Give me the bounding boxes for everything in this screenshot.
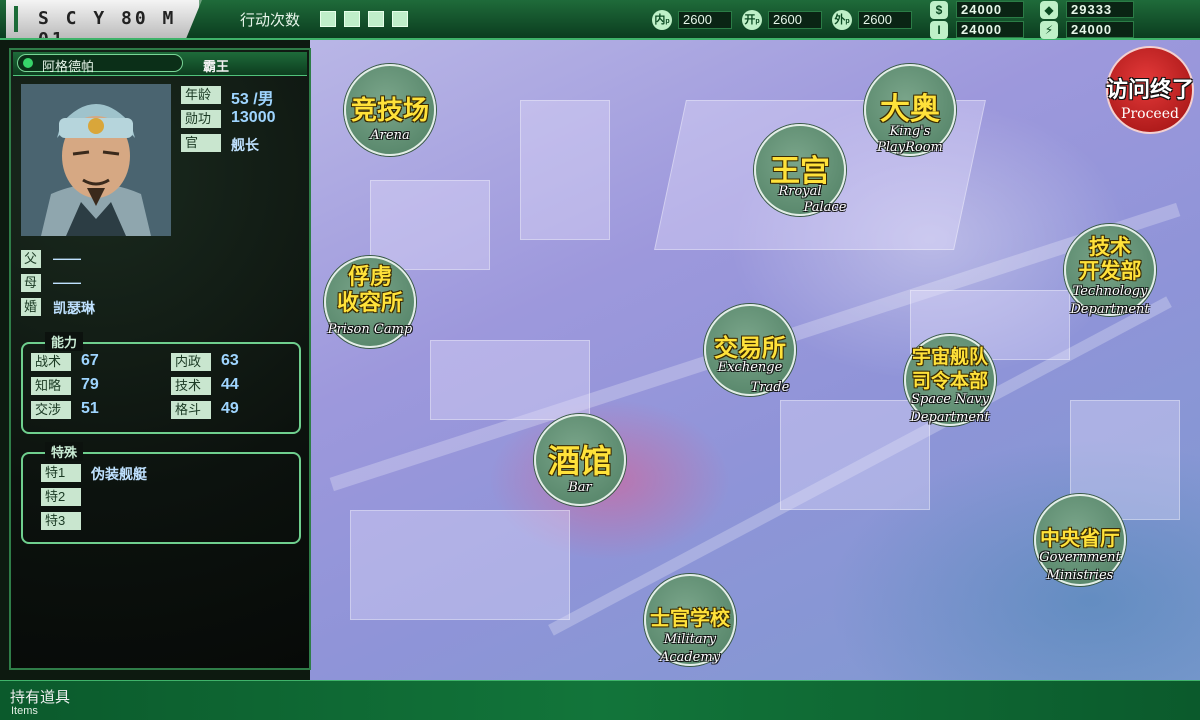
resource-value: 2600 [858,11,912,29]
stock-value: 24000 [956,21,1024,38]
items-label-en: Items [11,705,38,717]
spouse-label: 婚 [21,298,41,316]
stock-value: 29333 [1066,1,1134,18]
ability-label: 战术 [31,353,71,371]
spouse-value: 凯瑟琳 [53,300,95,316]
map-building [520,100,610,240]
location-arena[interactable]: 竞技场 Arena [344,64,436,156]
ability-value: 44 [221,376,239,393]
character-panel: 阿格德帕 霸王 年龄 53 /男 勋功 13000 官 舰长 父 —— 母 ——… [9,48,311,670]
resource-value: 2600 [678,11,732,29]
map-building [430,340,590,420]
special-value: 伪装舰艇 [91,466,147,482]
ability-value: 67 [81,352,99,369]
items-label: 持有道具 [10,689,71,706]
actions-remaining-label: 行动次数 [240,12,301,29]
map-building [370,180,490,270]
date-tab: S C Y 80 M 01 [6,0,202,38]
ability-value: 63 [221,352,239,369]
ability-label: 技术 [171,377,211,395]
action-point [368,11,384,27]
game-date: S C Y 80 M 01 [38,8,177,50]
character-name-pill[interactable]: 阿格德帕 [17,54,183,74]
merit-value: 13000 [231,109,276,126]
rank-label: 官 [181,134,221,152]
location-royal-palace[interactable]: 王宫 Rroyal Palace [754,124,846,216]
merit-label: 勋功 [181,110,221,128]
special-label: 特3 [41,512,81,530]
energy-icon: ⚡ [1040,21,1058,39]
inner-affairs-icon: 内p [652,10,672,30]
industry-icon: I [930,21,948,39]
rank-value: 舰长 [231,137,259,153]
top-status-bar: S C Y 80 M 01 行动次数 内p 2600 开p 2600 外p 26… [0,0,1200,40]
specials-title: 特殊 [45,442,84,461]
action-point [344,11,360,27]
special-label: 特1 [41,464,81,482]
location-kings-playroom[interactable]: 大奥 King's PlayRoom [864,64,956,156]
resource-value: 2600 [768,11,822,29]
money-icon: $ [930,1,948,19]
ability-value: 79 [81,376,99,393]
character-portrait [21,84,171,236]
status-dot-icon [23,58,33,68]
ability-label: 交涉 [31,401,71,419]
water-icon: ◆ [1040,1,1058,19]
father-label: 父 [21,250,41,268]
mother-value: —— [53,274,81,290]
action-point [392,11,408,27]
location-technology-department[interactable]: 技术 开发部 Technology Department [1064,224,1156,317]
character-name: 阿格德帕 [42,59,95,74]
proceed-button[interactable]: 访问终了 Proceed [1106,46,1194,134]
ability-value: 51 [81,400,99,417]
character-name-bar: 阿格德帕 霸王 [13,52,307,76]
abilities-title: 能力 [45,332,84,351]
ability-value: 49 [221,400,239,417]
map-building [350,510,570,620]
location-military-academy[interactable]: 士官学校 Military Academy [644,574,736,666]
items-bar[interactable]: 持有道具 Items [0,680,1200,720]
stock-value: 24000 [956,1,1024,18]
ability-label: 内政 [171,353,211,371]
portrait-image [21,84,171,236]
location-government-ministries[interactable]: 中央省厅 Government Ministries [1034,494,1126,586]
action-point [320,11,336,27]
development-icon: 开p [742,10,762,30]
stock-value: 24000 [1066,21,1134,38]
character-title: 霸王 [203,59,230,74]
ability-label: 知略 [31,377,71,395]
age-label: 年龄 [181,86,221,104]
location-space-navy-department[interactable]: 宇宙舰队 司令本部 Space Navy Department [904,334,996,426]
age-value: 53 /男 [231,91,274,108]
special-label: 特2 [41,488,81,506]
location-prison-camp[interactable]: 俘虏 收容所 Prison Camp [324,256,416,348]
location-bar[interactable]: 酒馆 Bar [534,414,626,506]
diplomacy-icon: 外p [832,10,852,30]
location-exchange[interactable]: 交易所 Exchenge Trade [704,304,796,396]
date-tab-marker [14,6,18,32]
father-value: —— [53,250,81,266]
mother-label: 母 [21,274,41,292]
ability-label: 格斗 [171,401,211,419]
